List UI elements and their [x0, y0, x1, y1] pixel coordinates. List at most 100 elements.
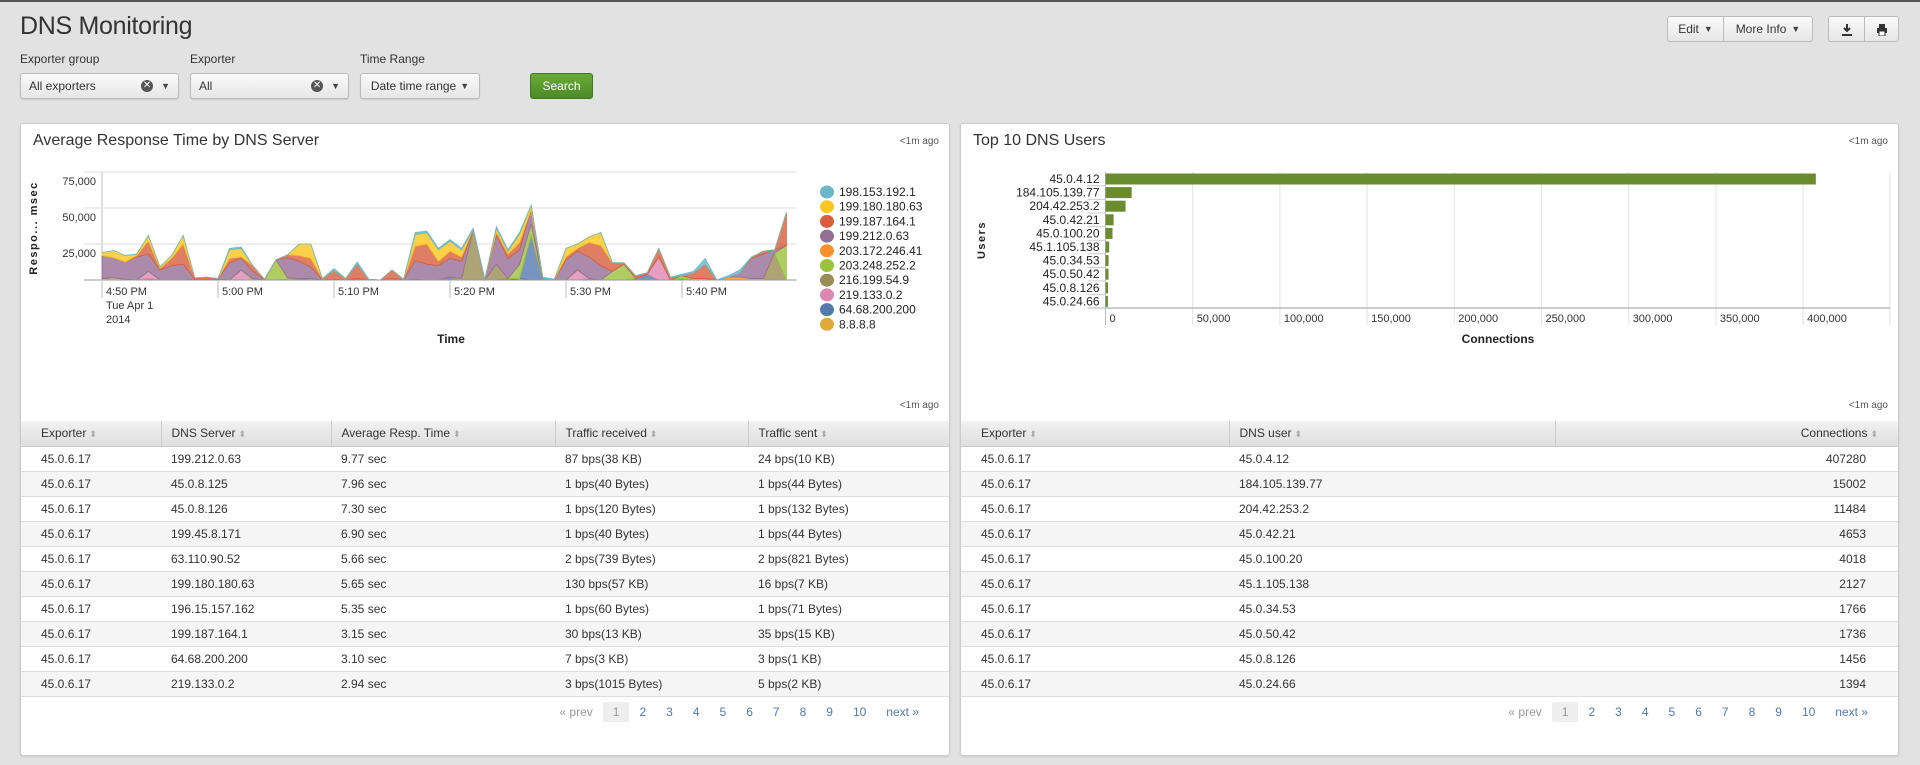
page-link[interactable]: 7	[1712, 702, 1739, 722]
bar[interactable]	[1105, 282, 1109, 294]
table-cell: 407280	[1555, 446, 1898, 472]
prev-page-link[interactable]: « prev	[1498, 702, 1551, 722]
more-info-button[interactable]: More Info ▼	[1723, 16, 1813, 42]
page-link[interactable]: 2	[1578, 702, 1605, 722]
print-icon	[1876, 23, 1887, 36]
bar[interactable]	[1105, 214, 1114, 226]
page-link[interactable]: 4	[683, 702, 710, 722]
legend-item[interactable]: 199.180.180.63	[820, 200, 923, 214]
column-header[interactable]: DNS Server ⬍	[161, 421, 332, 447]
page-link[interactable]: 6	[1685, 702, 1712, 722]
clear-icon[interactable]: ✕	[141, 80, 154, 92]
page-link[interactable]: 3	[1605, 702, 1632, 722]
column-header[interactable]: Connections ⬍	[1555, 421, 1898, 447]
page-link[interactable]: 9	[1765, 702, 1792, 722]
table-updated-timestamp: <1m ago	[1848, 400, 1888, 411]
table-cell: 1 bps(40 Bytes)	[555, 521, 748, 547]
page-link[interactable]: 10	[843, 702, 876, 722]
download-button[interactable]	[1828, 16, 1865, 42]
exporter-dropdown[interactable]: All ✕ ▼	[190, 73, 349, 99]
table-row[interactable]: 45.0.6.17 63.110.90.52 5.66 sec 2 bps(739 B…	[21, 546, 949, 572]
table-row[interactable]: 45.0.6.17 219.133.0.2 2.94 sec 3 bps(1015 B…	[21, 671, 949, 697]
time-range-dropdown[interactable]: Date time range ▼	[360, 73, 480, 99]
table-row[interactable]: 45.0.6.17 45.0.50.42 1736	[961, 621, 1898, 647]
y-axis-label: Respo... msec	[28, 181, 40, 274]
legend-label: 8.8.8.8	[839, 317, 876, 331]
bar[interactable]	[1105, 200, 1126, 212]
bar[interactable]	[1105, 227, 1113, 239]
table-cell: 2127	[1555, 571, 1898, 597]
sort-icon: ⬍	[1294, 429, 1303, 440]
next-page-link[interactable]: next »	[876, 702, 929, 722]
page-link[interactable]: 1	[1551, 702, 1579, 722]
table-cell: 2 bps(739 Bytes)	[555, 546, 748, 572]
bar[interactable]	[1105, 268, 1109, 280]
edit-button[interactable]: Edit ▼	[1667, 16, 1724, 42]
table-row[interactable]: 45.0.6.17 45.0.34.53 1766	[961, 596, 1898, 622]
table-cell: 3 bps(1 KB)	[748, 646, 949, 672]
legend-label: 219.133.0.2	[839, 288, 903, 302]
table-row[interactable]: 45.0.6.17 45.0.100.20 4018	[961, 546, 1898, 572]
page-link[interactable]: 8	[790, 702, 817, 722]
table-row[interactable]: 45.0.6.17 204.42.253.2 11484	[961, 496, 1898, 522]
page-link[interactable]: 6	[736, 702, 763, 722]
table-cell: 199.45.8.171	[161, 521, 331, 547]
column-header[interactable]: Traffic received ⬍	[555, 421, 749, 447]
page-link[interactable]: 9	[816, 702, 843, 722]
bar[interactable]	[1105, 255, 1109, 267]
clear-icon[interactable]: ✕	[311, 80, 324, 92]
next-page-link[interactable]: next »	[1825, 702, 1878, 722]
page-link[interactable]: 3	[656, 702, 683, 722]
legend-swatch	[820, 288, 834, 302]
table-row[interactable]: 45.0.6.17 45.0.42.21 4653	[961, 521, 1898, 547]
bar[interactable]	[1105, 241, 1110, 253]
page-link[interactable]: 4	[1632, 702, 1659, 722]
exporter-group-dropdown[interactable]: All exporters ✕ ▼	[20, 73, 179, 99]
prev-page-link[interactable]: « prev	[549, 702, 602, 722]
table-row[interactable]: 45.0.6.17 64.68.200.200 3.10 sec 7 bps(3 KB…	[21, 646, 949, 672]
print-button[interactable]	[1864, 16, 1899, 42]
table-row[interactable]: 45.0.6.17 45.0.4.12 407280	[961, 446, 1898, 472]
legend-item[interactable]: 8.8.8.8	[820, 317, 876, 331]
table-row[interactable]: 45.0.6.17 45.0.24.66 1394	[961, 671, 1898, 697]
column-header[interactable]: DNS user ⬍	[1229, 421, 1556, 447]
bar[interactable]	[1105, 295, 1108, 307]
search-button[interactable]: Search	[530, 73, 593, 99]
table-row[interactable]: 45.0.6.17 45.0.8.125 7.96 sec 1 bps(40 Byte…	[21, 471, 949, 497]
column-header[interactable]: Exporter ⬍	[961, 421, 1230, 447]
legend-item[interactable]: 203.248.252.2	[820, 259, 916, 273]
page-link[interactable]: 5	[1659, 702, 1686, 722]
table-row[interactable]: 45.0.6.17 184.105.139.77 15002	[961, 471, 1898, 497]
bar[interactable]	[1105, 187, 1132, 199]
table-row[interactable]: 45.0.6.17 196.15.157.162 5.35 sec 1 bps(60 …	[21, 596, 949, 622]
page-link[interactable]: 1	[602, 702, 630, 722]
table-row[interactable]: 45.0.6.17 199.45.8.171 6.90 sec 1 bps(40 By…	[21, 521, 949, 547]
table-row[interactable]: 45.0.6.17 45.0.8.126 7.30 sec 1 bps(120 Byt…	[21, 496, 949, 522]
x-tick-label: 350,000	[1720, 313, 1760, 325]
legend-item[interactable]: 199.212.0.63	[820, 229, 909, 243]
legend-item[interactable]: 216.199.54.9	[820, 273, 909, 287]
legend-item[interactable]: 199.187.164.1	[820, 214, 916, 228]
table-row[interactable]: 45.0.6.17 45.1.105.138 2127	[961, 571, 1898, 597]
table-row[interactable]: 45.0.6.17 45.0.8.126 1456	[961, 646, 1898, 672]
column-header[interactable]: Average Resp. Time ⬍	[331, 421, 556, 447]
legend-item[interactable]: 203.172.246.41	[820, 244, 923, 258]
column-header[interactable]: Traffic sent ⬍	[748, 421, 949, 447]
table-row[interactable]: 45.0.6.17 199.212.0.63 9.77 sec 87 bps(38 K…	[21, 446, 949, 472]
table-row[interactable]: 45.0.6.17 199.187.164.1 3.15 sec 30 bps(13 …	[21, 621, 949, 647]
page-link[interactable]: 8	[1739, 702, 1766, 722]
legend-item[interactable]: 198.153.192.1	[820, 185, 916, 199]
y-tick-label: 50,000	[62, 212, 96, 224]
legend-item[interactable]: 219.133.0.2	[820, 288, 903, 302]
legend-item[interactable]: 64.68.200.200	[820, 303, 916, 317]
table-cell: 5.35 sec	[331, 596, 555, 622]
table-row[interactable]: 45.0.6.17 199.180.180.63 5.65 sec 130 bps(5…	[21, 571, 949, 597]
table-cell: 15002	[1555, 471, 1898, 497]
page-link[interactable]: 10	[1792, 702, 1825, 722]
page-link[interactable]: 5	[710, 702, 737, 722]
page-link[interactable]: 7	[763, 702, 790, 722]
column-header[interactable]: Exporter ⬍	[21, 421, 162, 447]
page-link[interactable]: 2	[629, 702, 656, 722]
column-label: Average Resp. Time	[341, 426, 451, 441]
bar[interactable]	[1105, 173, 1816, 185]
